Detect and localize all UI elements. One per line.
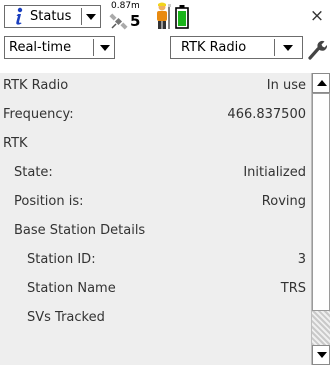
status-list: RTK Radio In use Frequency: 466.837500 R… bbox=[0, 73, 311, 365]
list-item: RTK Radio In use bbox=[0, 73, 311, 100]
row-label: Station Name bbox=[27, 281, 116, 296]
app-dropdown-label: Status bbox=[30, 9, 72, 24]
info-icon bbox=[10, 7, 26, 30]
list-item: Position is: Roving bbox=[0, 189, 311, 216]
source-dropdown-value: RTK Radio bbox=[181, 40, 247, 55]
row-label: SVs Tracked bbox=[27, 310, 105, 325]
row-value: TRS bbox=[280, 281, 306, 296]
list-item: Frequency: 466.837500 bbox=[0, 102, 311, 129]
toolbar: Real-time RTK Radio bbox=[0, 33, 330, 73]
source-dropdown[interactable]: RTK Radio bbox=[170, 36, 303, 59]
row-value: Initialized bbox=[243, 165, 306, 180]
dropdown-divider bbox=[81, 8, 82, 25]
dropdown-divider bbox=[93, 39, 94, 56]
battery-icon[interactable] bbox=[175, 5, 189, 33]
row-value: Roving bbox=[261, 194, 306, 209]
list-item: Station ID: 3 bbox=[0, 247, 311, 274]
scroll-thumb[interactable] bbox=[312, 93, 330, 311]
scroll-up-button[interactable] bbox=[312, 73, 330, 93]
scroll-down-button[interactable] bbox=[312, 345, 330, 365]
title-bar: Status 0.87m 5 × bbox=[0, 0, 330, 34]
row-value: 466.837500 bbox=[227, 107, 306, 122]
mode-dropdown[interactable]: Real-time bbox=[4, 36, 115, 59]
arrow-down-icon bbox=[317, 352, 327, 358]
row-value: In use bbox=[266, 78, 306, 93]
row-label: RTK Radio bbox=[3, 78, 69, 93]
row-label: RTK bbox=[3, 136, 28, 151]
scroll-track[interactable] bbox=[312, 311, 330, 345]
chevron-down-icon bbox=[86, 14, 96, 20]
list-item: Base Station Details bbox=[0, 218, 311, 245]
list-item: RTK bbox=[0, 131, 311, 158]
close-button[interactable]: × bbox=[307, 6, 327, 26]
row-value: 3 bbox=[297, 252, 306, 267]
row-label: Base Station Details bbox=[14, 223, 146, 238]
precision-readout: 0.87m bbox=[111, 1, 140, 11]
arrow-up-icon bbox=[317, 80, 327, 86]
vertical-scrollbar[interactable] bbox=[311, 73, 330, 365]
mode-dropdown-value: Real-time bbox=[9, 40, 72, 55]
wrench-icon[interactable] bbox=[307, 38, 328, 64]
rtk-status-window: Status 0.87m 5 × Real-time RTK Radio RTK… bbox=[0, 0, 330, 365]
chevron-down-icon bbox=[100, 45, 110, 51]
satellite-icon bbox=[109, 13, 129, 35]
row-label: Station ID: bbox=[27, 252, 96, 267]
chevron-down-icon bbox=[283, 45, 293, 51]
list-item: SVs Tracked bbox=[0, 305, 311, 332]
satellite-count: 5 bbox=[130, 12, 141, 30]
app-dropdown[interactable]: Status bbox=[4, 5, 101, 28]
row-label: State: bbox=[14, 165, 53, 180]
gps-status[interactable]: 0.87m 5 bbox=[107, 1, 149, 32]
surveyor-icon[interactable] bbox=[154, 2, 172, 34]
list-item: Station Name TRS bbox=[0, 276, 311, 303]
row-label: Frequency: bbox=[3, 107, 74, 122]
list-item: State: Initialized bbox=[0, 160, 311, 187]
row-label: Position is: bbox=[14, 194, 84, 209]
dropdown-divider bbox=[274, 39, 275, 56]
